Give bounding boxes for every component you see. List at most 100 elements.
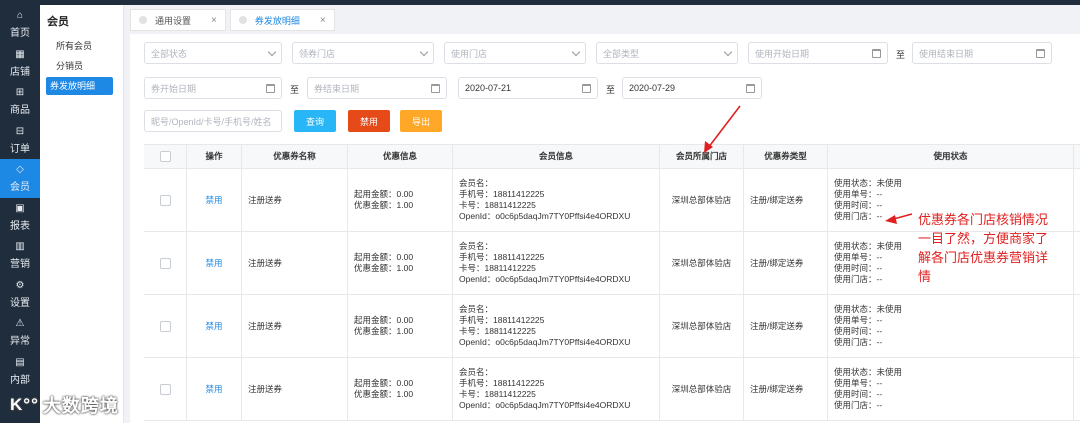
sub-nav-item-distributors[interactable]: 分销员 bbox=[46, 57, 113, 75]
use-status-line: 使用状态：未使用 bbox=[834, 367, 903, 377]
top-bar bbox=[0, 0, 1080, 5]
issue-end-date-value: 2020-07-29 bbox=[629, 83, 676, 93]
discount-info-cell: 起用金额：0.00 优惠金额：1.00 bbox=[348, 232, 453, 294]
nav-item[interactable]: ⌂ 首页 bbox=[0, 5, 40, 44]
tab-coupon-details[interactable]: 券发放明细 × bbox=[229, 9, 335, 31]
use-start-date-input[interactable]: 使用开始日期 bbox=[748, 42, 888, 64]
nav-item[interactable]: ▦ 店铺 bbox=[0, 44, 40, 83]
tab-bar: 通用设置 × 券发放明细 × bbox=[130, 9, 339, 31]
disable-button[interactable]: 禁用 bbox=[348, 110, 390, 132]
issue-start-date-value: 2020-07-21 bbox=[465, 83, 512, 93]
use-status: 使用状态：未使用 使用单号：-- 使用时间：-- 使用门店：-- bbox=[834, 178, 902, 222]
calendar-icon bbox=[746, 83, 755, 93]
use-status-line: 使用单号：-- bbox=[834, 378, 883, 388]
nav-item-label: 营销 bbox=[10, 259, 30, 271]
table-row: 禁用 注册送券 起用金额：0.00 优惠金额：1.00 会员名： 手机号：18811412… bbox=[144, 358, 1080, 421]
member-store-cell: 深圳总部体验店 bbox=[660, 295, 744, 357]
sub-nav-item-coupon-details[interactable]: 券发放明细 bbox=[46, 77, 113, 95]
nav-item[interactable]: ◇ 会员 bbox=[0, 159, 40, 198]
discount-info: 起用金额：0.00 优惠金额：1.00 bbox=[354, 315, 413, 337]
tab-dot-icon bbox=[238, 16, 247, 24]
member-info-line: 卡号：18811412225 bbox=[459, 263, 536, 273]
coupon-start-date-value: 券开始日期 bbox=[151, 83, 197, 94]
header-member-store: 会员所属门店 bbox=[660, 145, 744, 168]
calendar-icon bbox=[872, 48, 881, 58]
use-end-date-value: 使用结束日期 bbox=[919, 48, 974, 59]
discount-info-cell: 起用金额：0.00 优惠金额：1.00 bbox=[348, 295, 453, 357]
use-status-line: 使用状态：未使用 bbox=[834, 241, 903, 251]
member-info-line: OpenId：o0c6p5daqJm7TY0Pffsi4e4ORDXU bbox=[459, 274, 631, 284]
search-input[interactable]: 昵号/OpenId/卡号/手机号/姓名 bbox=[144, 110, 282, 132]
disable-link[interactable]: 禁用 bbox=[205, 384, 222, 395]
member-info-line: 会员名： bbox=[459, 241, 494, 251]
chevron-down-icon bbox=[419, 47, 429, 56]
claim-store-select[interactable]: 领券门店 bbox=[292, 42, 434, 64]
status-select[interactable]: 全部状态 bbox=[144, 42, 282, 64]
nav-item[interactable]: ▤ 内部 bbox=[0, 352, 40, 391]
disable-link[interactable]: 禁用 bbox=[205, 321, 222, 332]
use-end-date-input[interactable]: 使用结束日期 bbox=[912, 42, 1052, 64]
overflow-cell bbox=[1074, 169, 1080, 231]
disable-link[interactable]: 禁用 bbox=[205, 195, 222, 206]
discount-info: 起用金额：0.00 优惠金额：1.00 bbox=[354, 378, 413, 400]
member-info-line: 手机号：18811412225 bbox=[459, 252, 545, 262]
nav-item-label: 店铺 bbox=[10, 66, 30, 78]
coupon-start-date-input[interactable]: 券开始日期 bbox=[144, 77, 282, 99]
member-info-line: 手机号：18811412225 bbox=[459, 315, 545, 325]
tab-label: 通用设置 bbox=[155, 15, 192, 26]
type-select[interactable]: 全部类型 bbox=[596, 42, 738, 64]
use-status-line: 使用时间：-- bbox=[834, 200, 883, 210]
document-icon: ▤ bbox=[15, 356, 25, 368]
tab-dot-icon bbox=[139, 16, 147, 24]
warning-icon: ⚠ bbox=[15, 318, 25, 330]
use-status-cell: 使用状态：未使用 使用单号：-- 使用时间：-- 使用门店：-- bbox=[828, 295, 1074, 357]
select-all-checkbox[interactable] bbox=[159, 151, 171, 162]
issue-end-date-input[interactable]: 2020-07-29 bbox=[622, 77, 762, 99]
member-info-line: 会员名： bbox=[459, 178, 494, 188]
action-cell: 禁用 bbox=[187, 358, 242, 420]
range-separator: 至 bbox=[606, 85, 616, 95]
sub-nav-item-all-members[interactable]: 所有会员 bbox=[46, 37, 113, 55]
row-select-cell bbox=[144, 295, 187, 357]
use-status: 使用状态：未使用 使用单号：-- 使用时间：-- 使用门店：-- bbox=[834, 367, 902, 411]
nav-item[interactable]: ▥ 营销 bbox=[0, 236, 40, 275]
nav-item[interactable]: ⊟ 订单 bbox=[0, 121, 40, 160]
use-store-select[interactable]: 使用门店 bbox=[444, 42, 586, 64]
member-info: 会员名： 手机号：18811412225 卡号：18811412225 OpenId：… bbox=[459, 178, 630, 222]
nav-item[interactable]: ▣ 报表 bbox=[0, 198, 40, 237]
nav-item[interactable]: ⚠ 异常 bbox=[0, 313, 40, 352]
diamond-icon: ◇ bbox=[16, 164, 24, 176]
header-coupon-name: 优惠券名称 bbox=[242, 145, 348, 168]
tab-general-settings[interactable]: 通用设置 × bbox=[130, 9, 226, 31]
issue-start-date-input[interactable]: 2020-07-21 bbox=[458, 77, 598, 99]
header-coupon-type: 优惠券类型 bbox=[744, 145, 828, 168]
use-status-line: 使用门店：-- bbox=[834, 274, 883, 284]
watermark: K°° 大数跨境 bbox=[10, 392, 119, 418]
disable-link[interactable]: 禁用 bbox=[205, 258, 222, 269]
header-action: 操作 bbox=[187, 145, 242, 168]
close-icon[interactable]: × bbox=[211, 15, 217, 26]
member-info-cell: 会员名： 手机号：18811412225 卡号：18811412225 OpenId：… bbox=[453, 295, 660, 357]
tab-label: 券发放明细 bbox=[254, 15, 300, 26]
coupon-end-date-input[interactable]: 券结束日期 bbox=[307, 77, 447, 99]
calendar-icon bbox=[431, 83, 440, 93]
row-checkbox[interactable] bbox=[159, 194, 171, 206]
table-body: 禁用 注册送券 起用金额：0.00 优惠金额：1.00 会员名： 手机号：18811412… bbox=[144, 169, 1080, 421]
order-icon: ⊟ bbox=[15, 125, 25, 137]
report-icon: ▣ bbox=[15, 202, 25, 214]
row-checkbox[interactable] bbox=[159, 257, 171, 269]
member-info-cell: 会员名： 手机号：18811412225 卡号：18811412225 OpenId：… bbox=[453, 169, 660, 231]
table-header-row: 操作 优惠券名称 优惠信息 会员信息 会员所属门店 优惠券类型 使用状态 bbox=[144, 145, 1080, 169]
use-status-line: 使用单号：-- bbox=[834, 189, 883, 199]
action-cell: 禁用 bbox=[187, 169, 242, 231]
query-button[interactable]: 查询 bbox=[294, 110, 336, 132]
header-discount-info: 优惠信息 bbox=[348, 145, 453, 168]
row-checkbox[interactable] bbox=[159, 383, 171, 395]
close-icon[interactable]: × bbox=[320, 15, 326, 26]
nav-item[interactable]: ⚙ 设置 bbox=[0, 275, 40, 314]
header-member-info: 会员信息 bbox=[453, 145, 660, 168]
nav-item[interactable]: ⊞ 商品 bbox=[0, 82, 40, 121]
watermark-logo-icon: K°° bbox=[10, 395, 39, 414]
row-checkbox[interactable] bbox=[159, 320, 171, 332]
export-button[interactable]: 导出 bbox=[400, 110, 442, 132]
